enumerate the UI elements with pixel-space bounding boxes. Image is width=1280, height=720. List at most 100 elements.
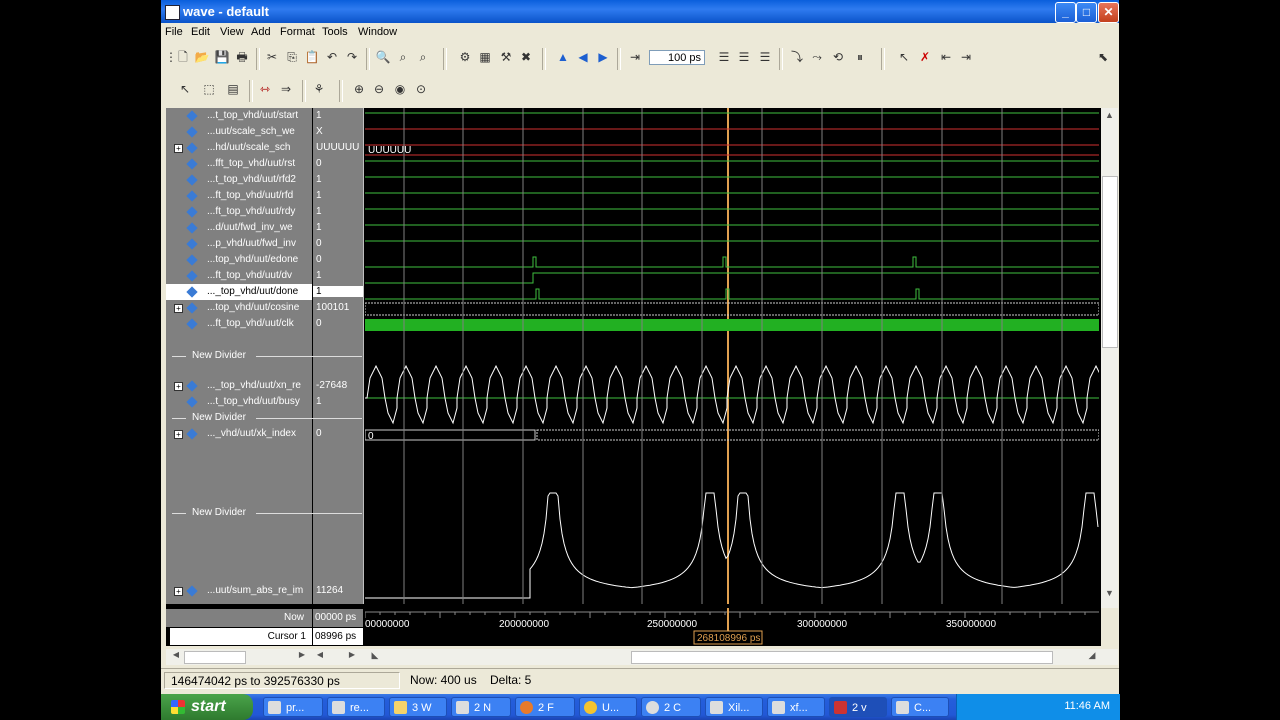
find-next-icon[interactable]: ⌕ [395, 49, 411, 65]
taskbar-item[interactable]: U... [579, 697, 637, 717]
signal-row[interactable]: ...t_top_vhd/uut/rfd2 [166, 172, 312, 188]
expand-icon[interactable]: + [174, 382, 183, 391]
undock-icon[interactable]: ⬉ [1095, 49, 1111, 65]
horizontal-scrollbars[interactable]: ◀ ▶ ◀ ▶ ◣ ◢ [166, 649, 1118, 665]
copy-icon[interactable]: ⎘ [284, 49, 300, 65]
scroll-down-icon[interactable]: ▼ [1102, 588, 1117, 603]
expand-icon[interactable]: + [174, 144, 183, 153]
arrow-right-icon[interactable]: ▶ [595, 49, 611, 65]
break-icon[interactable]: ⚒ [498, 49, 514, 65]
waveform-canvas[interactable]: UUUUUU 0 [364, 108, 1118, 604]
signal-row[interactable]: ...ft_top_vhd/uut/clk [166, 316, 312, 332]
prev-edge-icon[interactable]: ⇤ [938, 49, 954, 65]
signal-row[interactable]: + ..._top_vhd/uut/xn_re [166, 378, 312, 394]
run-length-icon[interactable]: ⇥ [627, 49, 643, 65]
signal-row[interactable]: ...t_top_vhd/uut/start [166, 108, 312, 124]
redo-icon[interactable]: ↷ [344, 49, 360, 65]
signal-divider[interactable]: New Divider [166, 411, 362, 427]
taskbar-item[interactable]: xf... [767, 697, 825, 717]
taskbar-item[interactable]: 3 W [389, 697, 447, 717]
signal-row[interactable]: ...d/uut/fwd_inv_we [166, 220, 312, 236]
new-file-icon[interactable]: 🗋 [175, 49, 191, 65]
menu-view[interactable]: View [220, 26, 244, 38]
signal-row[interactable]: + ...hd/uut/scale_sch [166, 140, 312, 156]
print-icon[interactable]: 🖶 [234, 49, 250, 65]
menu-window[interactable]: Window [358, 26, 397, 38]
continue-icon[interactable]: ☰ [736, 49, 752, 65]
taskbar-item[interactable]: Xil... [705, 697, 763, 717]
menu-tools[interactable]: Tools [322, 26, 348, 38]
maximize-button[interactable]: □ [1076, 2, 1097, 23]
run-all-icon[interactable]: ☰ [757, 49, 773, 65]
expand-icon[interactable]: + [174, 304, 183, 313]
select-cursor-icon[interactable]: ↖ [896, 49, 912, 65]
scroll-right-icon[interactable]: ▶ [346, 650, 358, 663]
zoom-mode-icon[interactable]: ⬚ [201, 81, 217, 97]
signal-divider[interactable]: New Divider [166, 506, 362, 522]
signal-row[interactable]: ...uut/scale_sch_we [166, 124, 312, 140]
signal-row[interactable]: ..._top_vhd/uut/done [166, 284, 312, 300]
minimize-button[interactable]: _ [1055, 2, 1076, 23]
open-folder-icon[interactable]: 📂 [194, 49, 210, 65]
taskbar-item[interactable]: C... [891, 697, 949, 717]
find-icon[interactable]: 🔍 [375, 49, 391, 65]
signal-row[interactable]: ...t_top_vhd/uut/busy [166, 394, 312, 410]
signal-row[interactable]: + ..._vhd/uut/xk_index [166, 426, 312, 442]
menu-format[interactable]: Format [280, 26, 315, 38]
pointer-mode-icon[interactable]: ↖ [177, 81, 193, 97]
run-length-input[interactable]: 100 ps [649, 50, 705, 65]
insert-cursor-icon[interactable]: ⇿ [257, 81, 273, 97]
vertical-scrollbar[interactable]: ▲ ▼ [1101, 108, 1118, 608]
find-prev-icon[interactable]: ⌕ [415, 49, 431, 65]
scroll-left-icon[interactable]: ◀ [170, 650, 182, 663]
wave-scroll-thumb[interactable] [631, 651, 1053, 664]
signal-row[interactable]: + ...uut/sum_abs_re_im [166, 583, 312, 599]
taskbar-item[interactable]: 2 N [451, 697, 511, 717]
signal-divider[interactable]: New Divider [166, 349, 362, 365]
restart-icon[interactable]: ⟲ [830, 49, 846, 65]
names-scroll-thumb[interactable] [184, 651, 246, 664]
compile-icon[interactable]: ⚙ [457, 49, 473, 65]
scroll-up-icon[interactable]: ▲ [1102, 110, 1117, 125]
zoom-full-icon[interactable]: ◉ [392, 81, 408, 97]
next-edge-icon[interactable]: ⇥ [958, 49, 974, 65]
run-icon[interactable]: ☰ [716, 49, 732, 65]
start-button[interactable]: start [161, 694, 253, 720]
scroll-left-icon[interactable]: ◀ [314, 650, 326, 663]
arrow-left-icon[interactable]: ◀ [575, 49, 591, 65]
stop-icon[interactable]: ✖ [518, 49, 534, 65]
signal-row[interactable]: ...top_vhd/uut/edone [166, 252, 312, 268]
signal-row[interactable]: ...p_vhd/uut/fwd_inv [166, 236, 312, 252]
simulate-icon[interactable]: ▦ [477, 49, 493, 65]
cut-icon[interactable]: ✂ [264, 49, 280, 65]
zoom-in-icon[interactable]: ⊕ [351, 81, 367, 97]
taskbar-item[interactable]: pr... [263, 697, 323, 717]
signal-row[interactable]: + ...top_vhd/uut/cosine [166, 300, 312, 316]
scroll-right-icon[interactable]: ▶ [296, 650, 308, 663]
zoom-cursor-icon[interactable]: ⊙ [413, 81, 429, 97]
menu-add[interactable]: Add [251, 26, 271, 38]
taskbar-item[interactable]: 2 F [515, 697, 575, 717]
paste-icon[interactable]: 📋 [304, 49, 320, 65]
waveform-pane[interactable]: UUUUUU 0 [364, 108, 1118, 604]
wave-scroll-left-icon[interactable]: ◣ [369, 650, 381, 663]
cursor-row[interactable]: Cursor 1 [170, 628, 312, 645]
close-button[interactable]: ✕ [1098, 2, 1119, 23]
taskbar-item[interactable]: 2 C [641, 697, 701, 717]
dataflow-icon[interactable]: ⚘ [311, 81, 327, 97]
taskbar-item-active[interactable]: 2 v [829, 697, 887, 717]
taskbar-item[interactable]: re... [327, 697, 385, 717]
break-sim-icon[interactable]: ⏸ [852, 49, 868, 65]
signal-row[interactable]: ...fft_top_vhd/uut/rst [166, 156, 312, 172]
expand-icon[interactable]: + [174, 587, 183, 596]
wave-scroll-right-icon[interactable]: ◢ [1086, 650, 1098, 663]
step-over-icon[interactable]: ⤳ [809, 49, 825, 65]
menu-edit[interactable]: Edit [191, 26, 210, 38]
edit-mode-icon[interactable]: ▤ [225, 81, 241, 97]
goto-cursor-icon[interactable]: ⇒ [278, 81, 294, 97]
signal-row[interactable]: ...ft_top_vhd/uut/rfd [166, 188, 312, 204]
zoom-out-icon[interactable]: ⊖ [371, 81, 387, 97]
expand-icon[interactable]: + [174, 430, 183, 439]
menu-file[interactable]: File [165, 26, 183, 38]
undo-icon[interactable]: ↶ [324, 49, 340, 65]
